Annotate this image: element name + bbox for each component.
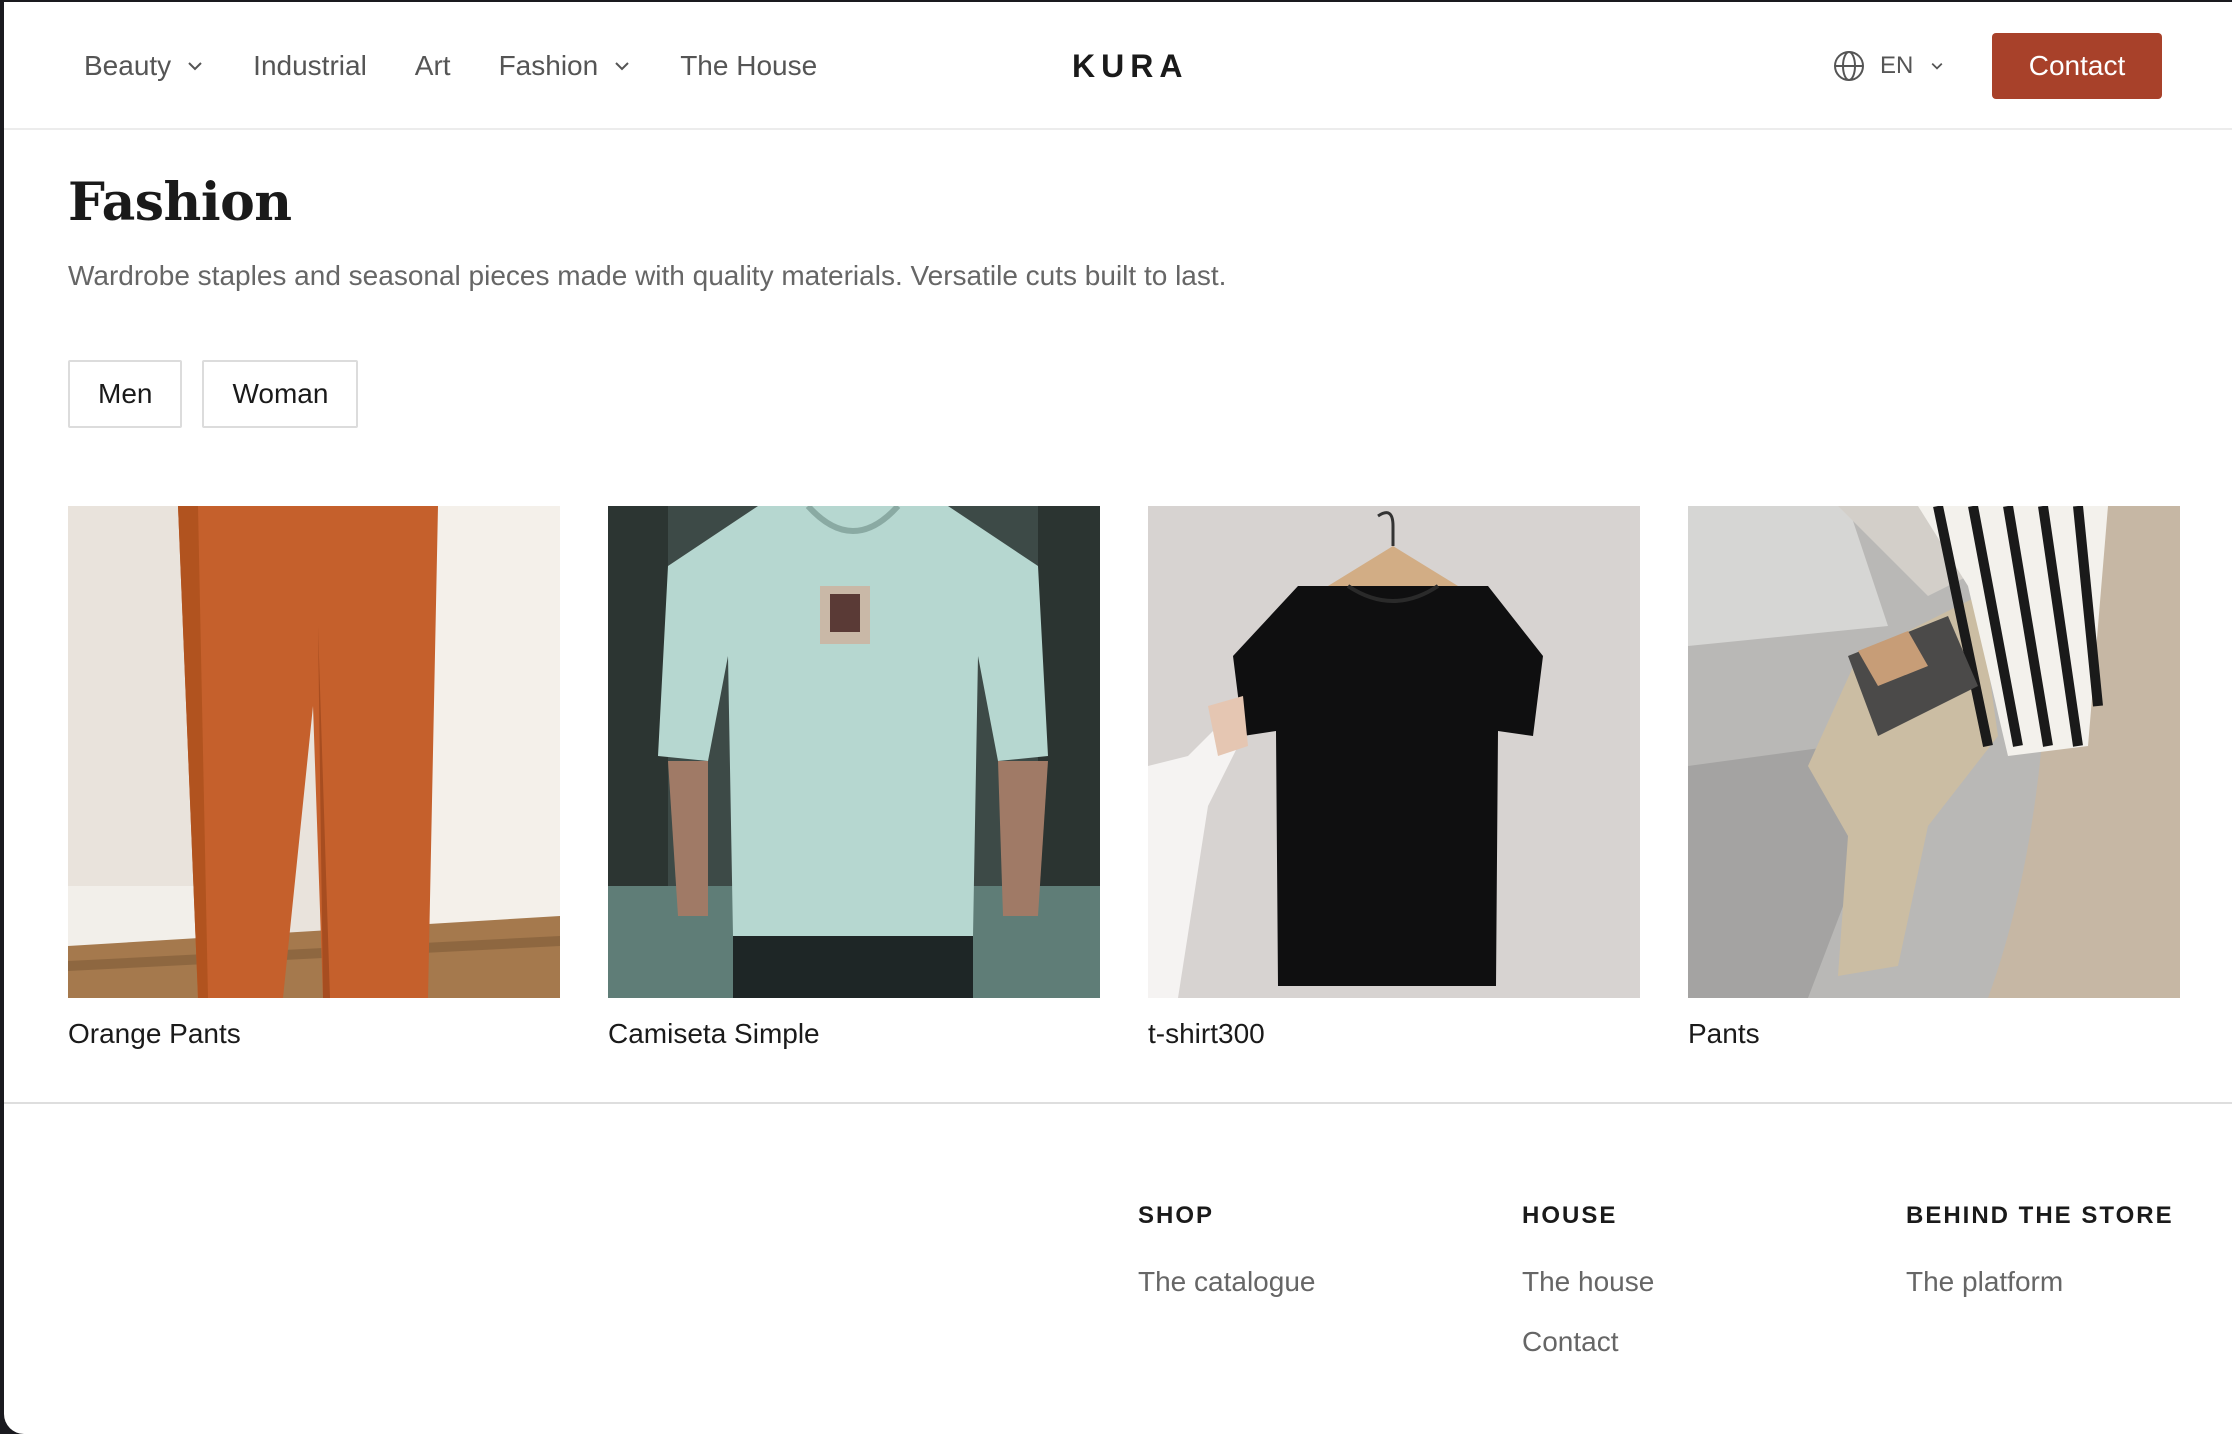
language-selector[interactable]: EN (1832, 2, 1945, 130)
footer-divider (4, 1102, 2232, 1104)
nav-item-label: Art (414, 50, 451, 81)
footer-link-the-house[interactable]: The house (1522, 1266, 1654, 1298)
site-logo[interactable]: KURA (1072, 2, 1188, 130)
browser-window: Beauty Industrial Art Fashion The House … (4, 2, 2232, 1434)
filter-men-button[interactable]: Men (68, 360, 183, 428)
footer-column-shop: SHOP The catalogue (1138, 1202, 1315, 1326)
nav-item-label: The House (680, 50, 818, 81)
contact-button[interactable]: Contact (1992, 33, 2162, 99)
product-card[interactable]: Camiseta Simple (608, 506, 1100, 1050)
language-label: EN (1880, 52, 1914, 79)
product-card[interactable]: t-shirt300 (1148, 506, 1640, 1050)
chevron-down-icon (612, 56, 632, 76)
product-card[interactable]: Orange Pants (68, 506, 560, 1050)
product-grid: Orange Pants Camiseta Simple t-shirt300 … (68, 506, 2180, 1050)
filter-woman-button[interactable]: Woman (202, 360, 359, 428)
product-image[interactable] (1148, 506, 1640, 998)
footer-column-behind-the-store: BEHIND THE STORE The platform (1906, 1202, 2174, 1326)
main-nav: Beauty Industrial Art Fashion The House (84, 2, 865, 130)
chevron-down-icon (1929, 58, 1945, 74)
footer-heading: BEHIND THE STORE (1906, 1202, 2174, 1229)
product-image[interactable] (608, 506, 1100, 998)
nav-item-beauty[interactable]: Beauty (84, 50, 205, 82)
site-header: Beauty Industrial Art Fashion The House … (4, 2, 2232, 130)
category-filters: Men Woman (68, 360, 359, 428)
product-name: Orange Pants (68, 1018, 241, 1049)
nav-item-art[interactable]: Art (415, 50, 451, 82)
footer-column-house: HOUSE The house Contact (1522, 1202, 1654, 1386)
nav-item-label: Industrial (253, 50, 367, 81)
nav-item-label: Fashion (498, 50, 599, 81)
globe-icon (1832, 49, 1866, 83)
footer-heading: SHOP (1138, 1202, 1215, 1229)
product-image[interactable] (1688, 506, 2180, 998)
chevron-down-icon (185, 56, 205, 76)
nav-item-label: Beauty (84, 50, 172, 81)
footer-link-platform[interactable]: The platform (1906, 1266, 2174, 1298)
nav-item-fashion[interactable]: Fashion (499, 50, 633, 82)
footer-link-contact[interactable]: Contact (1522, 1326, 1654, 1358)
nav-item-the-house[interactable]: The House (680, 50, 817, 82)
product-image[interactable] (68, 506, 560, 998)
product-name: Camiseta Simple (608, 1018, 820, 1049)
product-card[interactable]: Pants (1688, 506, 2180, 1050)
product-name: t-shirt300 (1148, 1018, 1265, 1049)
nav-item-industrial[interactable]: Industrial (253, 50, 367, 82)
page-description: Wardrobe staples and seasonal pieces mad… (68, 260, 1227, 291)
product-name: Pants (1688, 1018, 1760, 1049)
page-title: Fashion (68, 172, 292, 233)
footer-link-catalogue[interactable]: The catalogue (1138, 1266, 1315, 1298)
footer-heading: HOUSE (1522, 1202, 1618, 1229)
